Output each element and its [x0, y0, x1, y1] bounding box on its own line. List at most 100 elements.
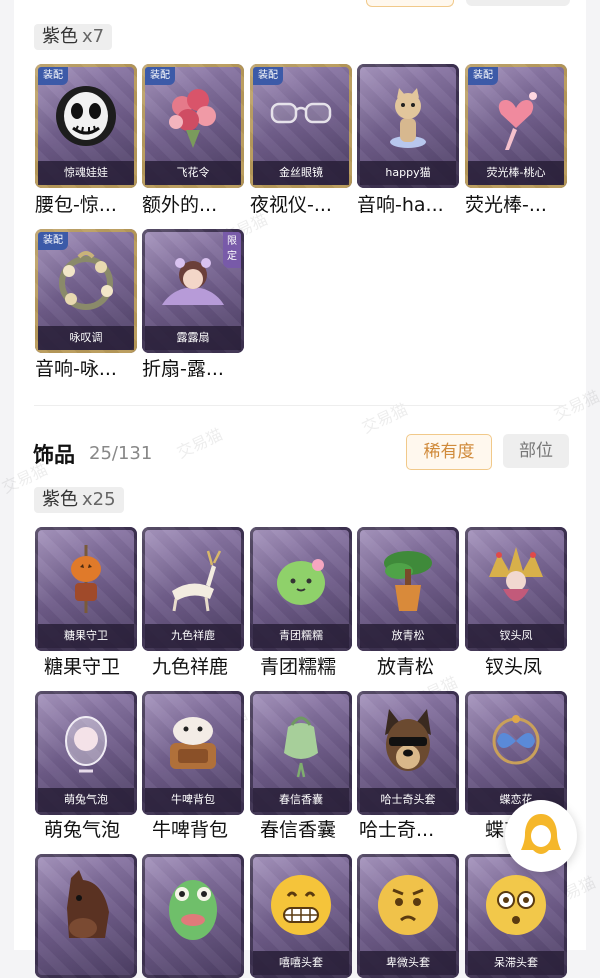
item-caption: 金丝眼镜: [253, 161, 349, 185]
glasses-icon: [270, 102, 332, 124]
item-name: 音响-咏...: [35, 358, 117, 380]
sort-slot-button[interactable]: 部位: [503, 434, 569, 468]
item-card-jinghun[interactable]: 装配 惊魂娃娃: [35, 64, 137, 188]
equip-badge: 装配: [468, 67, 498, 85]
equip-badge: 装配: [145, 67, 175, 85]
cat-figure-icon: [390, 88, 426, 148]
item-name: 荧光棒-...: [465, 194, 547, 216]
sort-slot-button-top[interactable]: [466, 0, 570, 6]
pleading-emoji-icon: [378, 875, 438, 935]
husky-head-icon: [385, 709, 431, 771]
item-card-tangguo-shouwei[interactable]: 糖果守卫: [35, 527, 137, 651]
rarity-tag-label: 紫色: [42, 26, 78, 47]
dazed-emoji-icon: [486, 875, 546, 935]
skull-mask-icon: [56, 86, 116, 146]
item-caption: 放青松: [360, 624, 456, 648]
limited-badge: 限定: [223, 232, 241, 268]
grin-emoji-icon: [271, 875, 331, 935]
item-name: 钗头凤: [485, 656, 543, 678]
item-name: 牛啤背包: [152, 819, 229, 841]
item-name: 放青松: [377, 656, 435, 678]
item-card-mengtu-qipao[interactable]: 萌兔气泡: [35, 691, 137, 815]
section-count: 25/131: [89, 443, 153, 464]
item-caption: 萌兔气泡: [38, 788, 134, 812]
item-caption: 飞花令: [145, 161, 241, 185]
phoenix-crown-icon: [489, 547, 543, 601]
item-name: 糖果守卫: [44, 656, 121, 678]
item-card-chunxin-xiangnang[interactable]: 春信香囊: [250, 691, 352, 815]
item-name: 萌兔气泡: [44, 819, 121, 841]
item-card-fang-qingsong[interactable]: 放青松: [357, 527, 459, 651]
item-caption: 春信香囊: [253, 788, 349, 812]
item-card-yongtandiao[interactable]: 装配 咏叹调: [35, 229, 137, 353]
item-card-jinsi-yanjing[interactable]: 装配 金丝眼镜: [250, 64, 352, 188]
item-caption: happy猫: [360, 161, 456, 185]
item-card-chaitoufeng[interactable]: 钗头凤: [465, 527, 567, 651]
rarity-tag-count: x25: [82, 489, 116, 510]
butterfly-hairpin-icon: [492, 715, 540, 765]
item-caption: 牛啤背包: [145, 788, 241, 812]
item-caption: 糖果守卫: [38, 624, 134, 648]
item-card-daizhi-toutao[interactable]: 呆滞头套: [465, 854, 567, 978]
rarity-tag-purple: 紫色 x7: [34, 24, 113, 50]
item-card-fish-head[interactable]: [142, 854, 244, 978]
horse-head-icon: [67, 870, 109, 938]
item-caption: 嘻嘻头套: [253, 951, 349, 975]
girl-fan-icon: [162, 258, 224, 305]
item-name: 九色祥鹿: [152, 656, 229, 678]
item-caption: 露露扇: [145, 326, 241, 350]
rarity-tag-label: 紫色: [42, 489, 78, 510]
item-caption: 哈士奇头套: [360, 788, 456, 812]
item-card-happy-cat[interactable]: happy猫: [357, 64, 459, 188]
green-dumpling-icon: [277, 559, 325, 605]
item-name: 折扇-露...: [142, 358, 224, 380]
item-caption: 荧光棒-桃心: [468, 161, 564, 185]
item-card-qingtuan-nuonuo[interactable]: 青团糯糯: [250, 527, 352, 651]
heart-wand-icon: [498, 92, 537, 150]
item-card-dielianhua[interactable]: 蝶恋花: [465, 691, 567, 815]
deer-icon: [172, 550, 222, 612]
rarity-tag-purple: 紫色 x25: [34, 487, 124, 513]
sort-rarity-button-top[interactable]: [366, 0, 454, 7]
pumpkin-scarecrow-icon: [71, 545, 101, 613]
item-caption: 青团糯糯: [253, 624, 349, 648]
item-card-niupi-beibao[interactable]: 牛啤背包: [142, 691, 244, 815]
rarity-tag-count: x7: [82, 26, 105, 47]
item-card-feihualing[interactable]: 装配 飞花令: [142, 64, 244, 188]
item-name: 额外的...: [142, 194, 218, 216]
item-name: 夜视仪-...: [250, 194, 332, 216]
item-caption: 咏叹调: [38, 326, 134, 350]
fish-head-icon: [169, 880, 217, 940]
item-name: 春信香囊: [260, 819, 337, 841]
item-card-hashiqi-toutao[interactable]: 哈士奇头套: [357, 691, 459, 815]
flower-bouquet-icon: [169, 89, 216, 148]
sachet-icon: [284, 716, 318, 778]
bunny-bubble-icon: [65, 716, 107, 773]
item-caption: 九色祥鹿: [145, 624, 241, 648]
item-name: 腰包-惊...: [35, 194, 117, 216]
assistant-icon: [521, 814, 561, 854]
item-caption: 卑微头套: [360, 951, 456, 975]
item-caption: 钗头凤: [468, 624, 564, 648]
item-card-yingguangbang[interactable]: 装配 荧光棒-桃心: [465, 64, 567, 188]
item-card-beiwei-toutao[interactable]: 卑微头套: [357, 854, 459, 978]
item-name: 音响-ha...: [357, 194, 444, 216]
item-name: 哈士奇...: [359, 819, 435, 841]
equip-badge: 装配: [38, 232, 68, 250]
flower-wreath-icon: [59, 251, 113, 310]
equip-badge: 装配: [38, 67, 68, 85]
item-card-horse-head[interactable]: [35, 854, 137, 978]
item-caption: 呆滞头套: [468, 951, 564, 975]
item-card-xixi-toutao[interactable]: 嘻嘻头套: [250, 854, 352, 978]
section-title: 饰品: [33, 443, 75, 467]
cow-backpack-icon: [170, 717, 216, 769]
floating-assistant-button[interactable]: [505, 800, 577, 872]
item-name: 青团糯糯: [260, 656, 337, 678]
equip-badge: 装配: [253, 67, 283, 85]
pine-pot-icon: [384, 551, 432, 611]
item-card-jiuse-xianglu[interactable]: 九色祥鹿: [142, 527, 244, 651]
item-card-lulushan[interactable]: 限定 露露扇: [142, 229, 244, 353]
sort-rarity-button[interactable]: 稀有度: [406, 434, 492, 470]
section-divider: [34, 405, 566, 406]
item-caption: 惊魂娃娃: [38, 161, 134, 185]
